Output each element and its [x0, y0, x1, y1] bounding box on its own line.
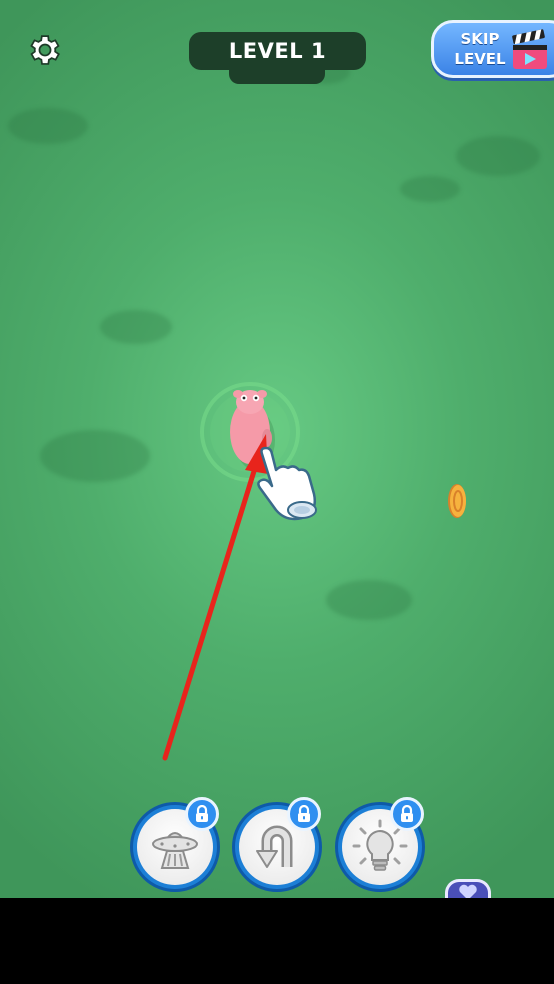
gear-icon [30, 35, 60, 65]
lock-badge [185, 797, 219, 831]
lock-icon [298, 805, 310, 822]
skip-level-label: SKIP LEVEL [452, 29, 508, 69]
u-turn-powerup-button[interactable] [232, 797, 322, 892]
partial-menu-button[interactable] [445, 879, 491, 898]
skip-level-button[interactable]: SKIP LEVEL [431, 20, 554, 78]
ground-shadow [456, 136, 540, 176]
ufo-powerup-button[interactable] [130, 797, 220, 892]
coin-icon[interactable] [446, 482, 468, 520]
ground-shadow [8, 108, 88, 144]
heart-icon [459, 884, 477, 898]
lock-badge [287, 797, 321, 831]
lock-icon [196, 805, 208, 822]
settings-button[interactable] [25, 30, 65, 70]
game-field[interactable] [0, 0, 554, 898]
lock-badge [390, 797, 424, 831]
hint-powerup-button[interactable] [335, 797, 425, 892]
clapperboard-play-icon [512, 29, 547, 69]
hand-pointer-icon [257, 446, 317, 521]
ground-shadow [400, 176, 460, 202]
ground-shadow [40, 430, 150, 482]
ground-shadow [100, 310, 172, 344]
bottom-black-bar [0, 898, 554, 984]
ground-shadow [326, 580, 412, 620]
level-banner: LEVEL 1 [189, 32, 366, 70]
skip-label-line1: SKIP [460, 30, 500, 48]
level-title: LEVEL 1 [228, 39, 327, 63]
lock-icon [401, 805, 413, 822]
skip-label-line2: LEVEL [454, 50, 506, 68]
